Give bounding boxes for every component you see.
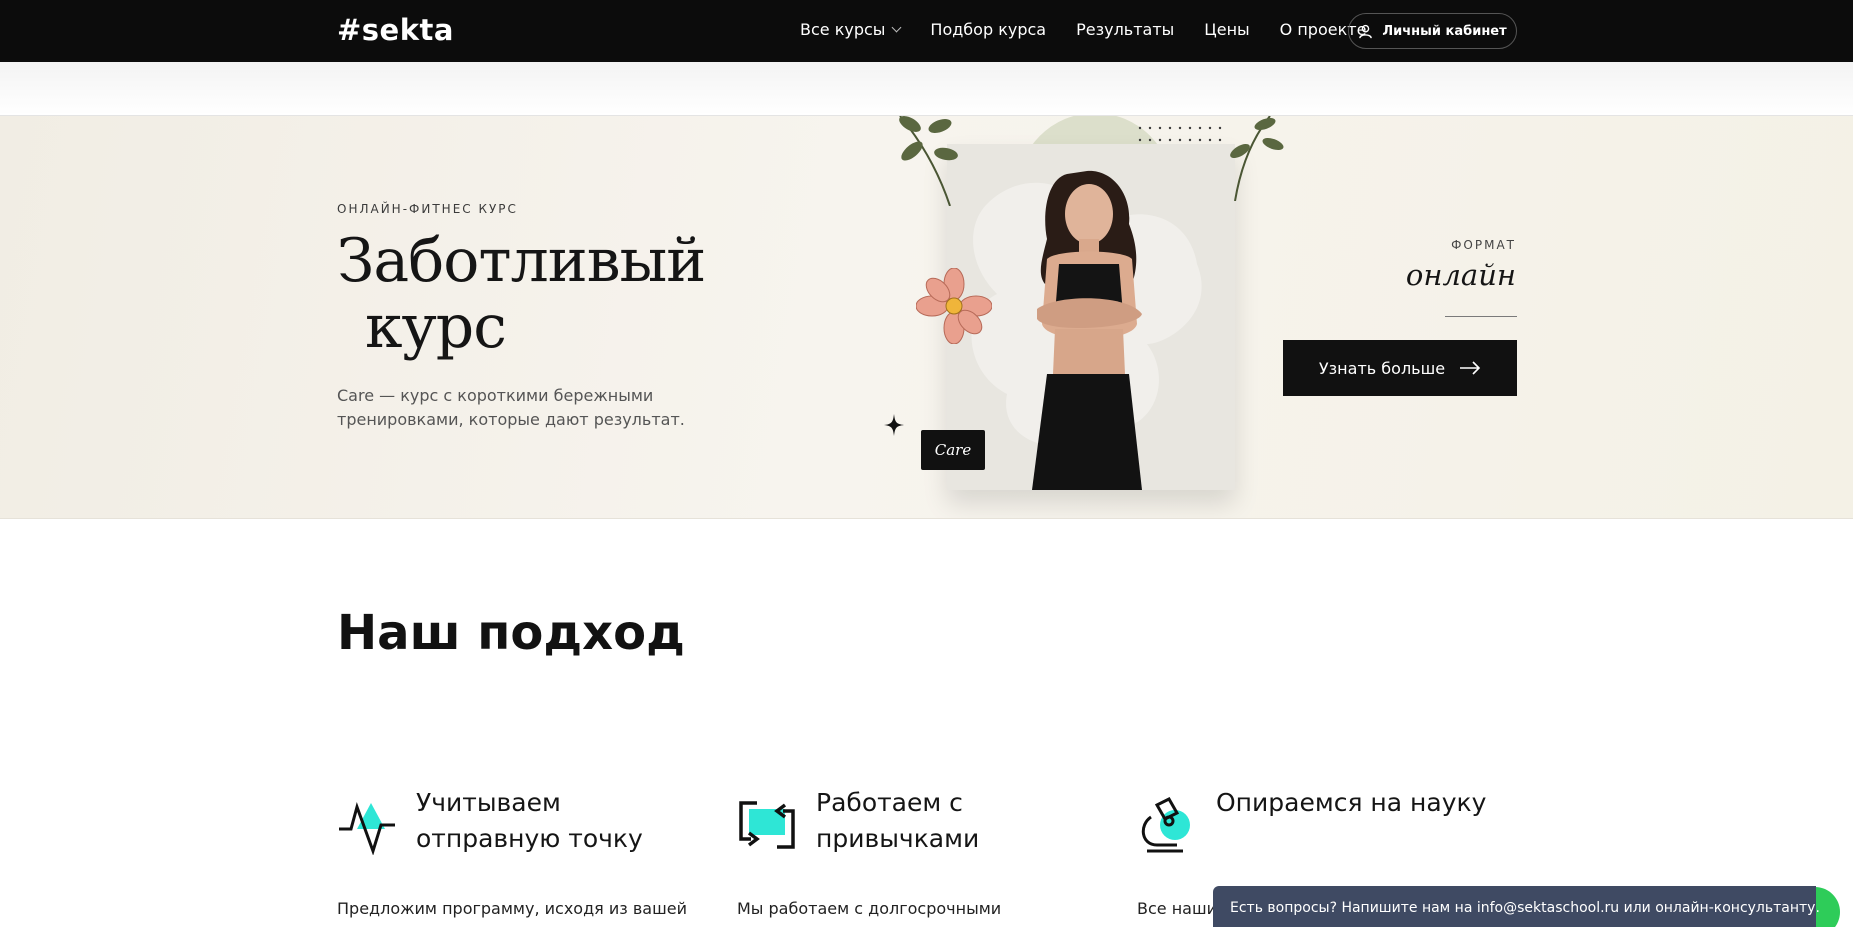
loop-icon (739, 801, 795, 849)
format-divider (1445, 316, 1517, 317)
leaf-right-icon (1230, 116, 1284, 201)
pulse-icon (339, 802, 395, 855)
subheader-strip (0, 62, 1853, 116)
hero-eyebrow: ОНЛАЙН-ФИТНЕС КУРС (337, 202, 518, 216)
top-navbar: #sekta Все курсы Подбор курса Результаты… (0, 0, 1853, 62)
user-icon (1359, 24, 1373, 38)
hero-title: Заботливый курс (337, 228, 777, 360)
menu-all-courses[interactable]: Все курсы (800, 20, 902, 39)
microscope-icon (1141, 797, 1190, 853)
menu-prices[interactable]: Цены (1204, 20, 1249, 39)
feature-text: Предложим программу, исходя из вашей (337, 899, 687, 918)
menu-all-courses-label: Все курсы (800, 20, 886, 39)
chat-banner-text: Есть вопросы? Напишите нам на info@sekta… (1230, 900, 1820, 916)
chat-banner[interactable]: Есть вопросы? Напишите нам на info@sekta… (1213, 886, 1820, 927)
approach-title: Наш подход (337, 605, 685, 661)
learn-more-button[interactable]: Узнать больше (1283, 340, 1517, 396)
menu-course-selection[interactable]: Подбор курса (930, 20, 1046, 39)
care-tag: Care (921, 430, 985, 470)
hero-title-line1: Заботливый (337, 226, 706, 296)
format-value: онлайн (1405, 258, 1516, 292)
hero-title-line2: курс (365, 292, 507, 362)
main-menu: Все курсы Подбор курса Результаты Цены О… (800, 20, 1366, 39)
flower-icon (916, 268, 992, 344)
sparkle-icon (884, 414, 904, 436)
hero-section: ОНЛАЙН-ФИТНЕС КУРС Заботливый курс Care … (0, 116, 1853, 519)
learn-more-label: Узнать больше (1318, 358, 1446, 378)
site-logo[interactable]: #sekta (337, 13, 454, 47)
feature-title: Работаем с привычками (816, 788, 980, 853)
personal-account-label: Личный кабинет (1382, 23, 1507, 39)
chevron-down-icon (891, 22, 902, 33)
leaf-left-icon (899, 116, 958, 206)
personal-account-button[interactable]: Личный кабинет (1348, 13, 1517, 49)
feature-title: Учитываем отправную точку (416, 788, 643, 853)
arrow-right-icon (1460, 361, 1481, 375)
menu-results[interactable]: Результаты (1076, 20, 1174, 39)
feature-title: Опираемся на науку (1216, 788, 1487, 817)
format-label: ФОРМАТ (1451, 238, 1516, 252)
feature-text: Мы работаем с долгосрочными (737, 899, 1002, 918)
hero-description: Care — курс с короткими бережными тренир… (337, 386, 685, 429)
